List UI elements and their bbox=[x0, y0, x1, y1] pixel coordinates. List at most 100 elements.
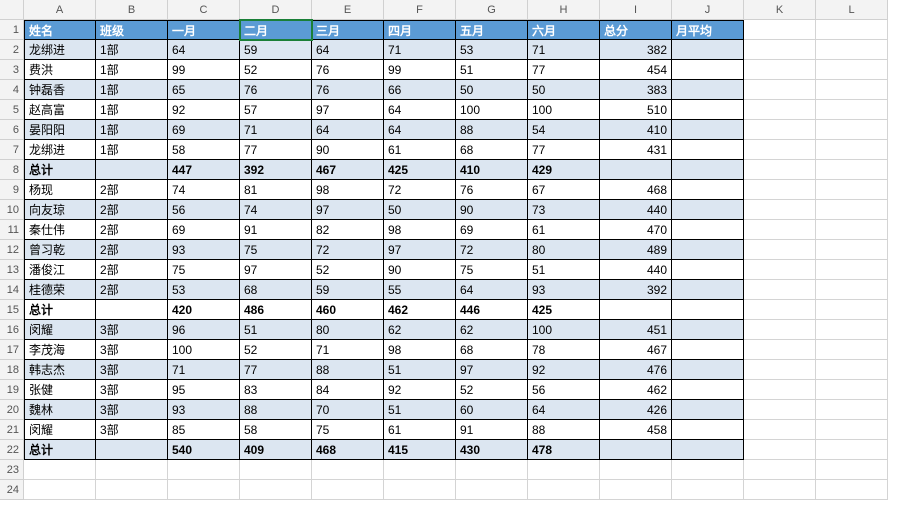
cell-C8[interactable]: 447 bbox=[168, 160, 240, 180]
cell-L24[interactable] bbox=[816, 480, 888, 500]
cell-J11[interactable] bbox=[672, 220, 744, 240]
cell-F22[interactable]: 415 bbox=[384, 440, 456, 460]
cell-C7[interactable]: 58 bbox=[168, 140, 240, 160]
cell-B21[interactable]: 3部 bbox=[96, 420, 168, 440]
cell-H20[interactable]: 64 bbox=[528, 400, 600, 420]
cell-G2[interactable]: 53 bbox=[456, 40, 528, 60]
cell-G13[interactable]: 75 bbox=[456, 260, 528, 280]
cell-F8[interactable]: 425 bbox=[384, 160, 456, 180]
cell-I16[interactable]: 451 bbox=[600, 320, 672, 340]
cell-I12[interactable]: 489 bbox=[600, 240, 672, 260]
col-head-I[interactable]: I bbox=[600, 0, 672, 20]
cell-C22[interactable]: 540 bbox=[168, 440, 240, 460]
cell-B23[interactable] bbox=[96, 460, 168, 480]
cell-E5[interactable]: 97 bbox=[312, 100, 384, 120]
cell-K19[interactable] bbox=[744, 380, 816, 400]
cell-H24[interactable] bbox=[528, 480, 600, 500]
cell-E6[interactable]: 64 bbox=[312, 120, 384, 140]
cell-J18[interactable] bbox=[672, 360, 744, 380]
cell-B8[interactable] bbox=[96, 160, 168, 180]
cell-E10[interactable]: 97 bbox=[312, 200, 384, 220]
cell-A1[interactable]: 姓名 bbox=[24, 20, 96, 40]
cell-C24[interactable] bbox=[168, 480, 240, 500]
row-head-16[interactable]: 16 bbox=[0, 320, 24, 340]
cell-C6[interactable]: 69 bbox=[168, 120, 240, 140]
cell-E20[interactable]: 70 bbox=[312, 400, 384, 420]
cell-B13[interactable]: 2部 bbox=[96, 260, 168, 280]
cell-E12[interactable]: 72 bbox=[312, 240, 384, 260]
row-head-14[interactable]: 14 bbox=[0, 280, 24, 300]
cell-I3[interactable]: 454 bbox=[600, 60, 672, 80]
cell-I22[interactable] bbox=[600, 440, 672, 460]
cell-E19[interactable]: 84 bbox=[312, 380, 384, 400]
cell-D18[interactable]: 77 bbox=[240, 360, 312, 380]
corner[interactable] bbox=[0, 0, 24, 20]
cell-I1[interactable]: 总分 bbox=[600, 20, 672, 40]
cell-H1[interactable]: 六月 bbox=[528, 20, 600, 40]
cell-G6[interactable]: 88 bbox=[456, 120, 528, 140]
cell-I20[interactable]: 426 bbox=[600, 400, 672, 420]
col-head-H[interactable]: H bbox=[528, 0, 600, 20]
cell-G5[interactable]: 100 bbox=[456, 100, 528, 120]
cell-C9[interactable]: 74 bbox=[168, 180, 240, 200]
cell-B22[interactable] bbox=[96, 440, 168, 460]
cell-A20[interactable]: 魏林 bbox=[24, 400, 96, 420]
cell-L23[interactable] bbox=[816, 460, 888, 480]
cell-K2[interactable] bbox=[744, 40, 816, 60]
cell-K4[interactable] bbox=[744, 80, 816, 100]
cell-E1[interactable]: 三月 bbox=[312, 20, 384, 40]
cell-C2[interactable]: 64 bbox=[168, 40, 240, 60]
cell-C12[interactable]: 93 bbox=[168, 240, 240, 260]
cell-C10[interactable]: 56 bbox=[168, 200, 240, 220]
cell-G8[interactable]: 410 bbox=[456, 160, 528, 180]
cell-B19[interactable]: 3部 bbox=[96, 380, 168, 400]
cell-G1[interactable]: 五月 bbox=[456, 20, 528, 40]
cell-L2[interactable] bbox=[816, 40, 888, 60]
cell-B17[interactable]: 3部 bbox=[96, 340, 168, 360]
cell-L20[interactable] bbox=[816, 400, 888, 420]
cell-A15[interactable]: 总计 bbox=[24, 300, 96, 320]
cell-K6[interactable] bbox=[744, 120, 816, 140]
row-head-15[interactable]: 15 bbox=[0, 300, 24, 320]
cell-A16[interactable]: 闵耀 bbox=[24, 320, 96, 340]
cell-H3[interactable]: 77 bbox=[528, 60, 600, 80]
cell-A5[interactable]: 赵高富 bbox=[24, 100, 96, 120]
cell-J5[interactable] bbox=[672, 100, 744, 120]
col-head-C[interactable]: C bbox=[168, 0, 240, 20]
cell-G19[interactable]: 52 bbox=[456, 380, 528, 400]
cell-K3[interactable] bbox=[744, 60, 816, 80]
cell-L11[interactable] bbox=[816, 220, 888, 240]
row-head-23[interactable]: 23 bbox=[0, 460, 24, 480]
row-head-4[interactable]: 4 bbox=[0, 80, 24, 100]
cell-A6[interactable]: 晏阳阳 bbox=[24, 120, 96, 140]
cell-G12[interactable]: 72 bbox=[456, 240, 528, 260]
col-head-J[interactable]: J bbox=[672, 0, 744, 20]
cell-J22[interactable] bbox=[672, 440, 744, 460]
cell-F10[interactable]: 50 bbox=[384, 200, 456, 220]
cell-H5[interactable]: 100 bbox=[528, 100, 600, 120]
cell-H12[interactable]: 80 bbox=[528, 240, 600, 260]
cell-F17[interactable]: 98 bbox=[384, 340, 456, 360]
cell-J17[interactable] bbox=[672, 340, 744, 360]
cell-I14[interactable]: 392 bbox=[600, 280, 672, 300]
row-head-20[interactable]: 20 bbox=[0, 400, 24, 420]
cell-A3[interactable]: 费洪 bbox=[24, 60, 96, 80]
row-head-22[interactable]: 22 bbox=[0, 440, 24, 460]
cell-H21[interactable]: 88 bbox=[528, 420, 600, 440]
cell-J24[interactable] bbox=[672, 480, 744, 500]
cell-C4[interactable]: 65 bbox=[168, 80, 240, 100]
row-head-5[interactable]: 5 bbox=[0, 100, 24, 120]
cell-G23[interactable] bbox=[456, 460, 528, 480]
cell-D17[interactable]: 52 bbox=[240, 340, 312, 360]
cell-L18[interactable] bbox=[816, 360, 888, 380]
cell-F18[interactable]: 51 bbox=[384, 360, 456, 380]
cell-C3[interactable]: 99 bbox=[168, 60, 240, 80]
cell-E7[interactable]: 90 bbox=[312, 140, 384, 160]
cell-G10[interactable]: 90 bbox=[456, 200, 528, 220]
cell-A24[interactable] bbox=[24, 480, 96, 500]
cell-I13[interactable]: 440 bbox=[600, 260, 672, 280]
cell-I19[interactable]: 462 bbox=[600, 380, 672, 400]
col-head-D[interactable]: D bbox=[240, 0, 312, 20]
cell-L17[interactable] bbox=[816, 340, 888, 360]
cell-E4[interactable]: 76 bbox=[312, 80, 384, 100]
